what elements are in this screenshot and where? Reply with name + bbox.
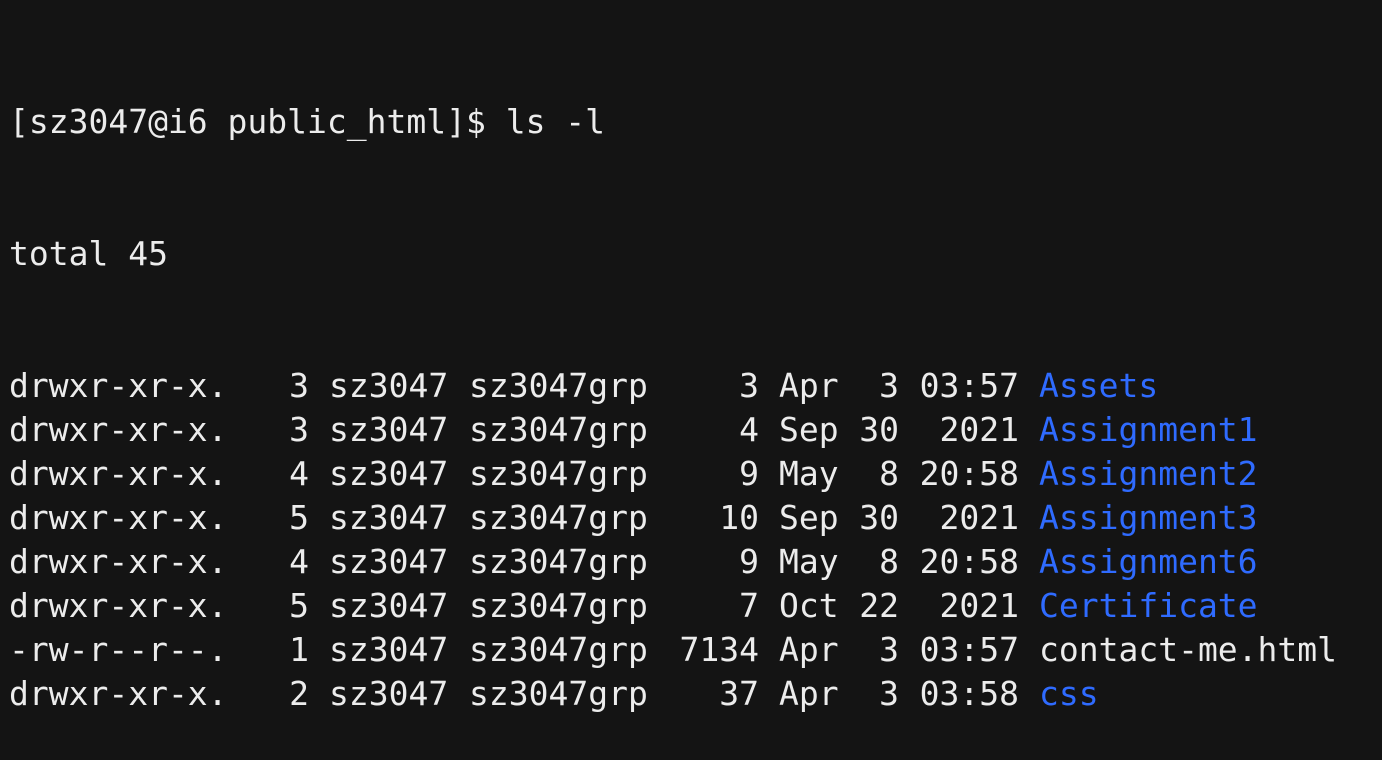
owner-cell: sz3047	[329, 674, 449, 713]
listing-row: drwxr-xr-x. 3 sz3047 sz3047grp 4 Sep 30 2021 Ass…	[9, 408, 1382, 452]
links-cell: 4	[289, 542, 309, 581]
owner-cell: sz3047	[329, 366, 449, 405]
time-cell: 2021	[939, 410, 1019, 449]
owner-cell: sz3047	[329, 586, 449, 625]
listing-row: drwxr-xr-x. 4 sz3047 sz3047grp 9 May 8 20:58 Ass…	[9, 540, 1382, 584]
file-listing: drwxr-xr-x. 3 sz3047 sz3047grp 3 Apr 3 03:57 Ass…	[9, 364, 1382, 716]
links-cell: 2	[289, 674, 309, 713]
perm-cell: drwxr-xr-x.	[9, 674, 228, 713]
links-cell: 3	[289, 366, 309, 405]
links-cell: 5	[289, 586, 309, 625]
links-cell: 3	[289, 410, 309, 449]
month-cell: Apr	[779, 674, 839, 713]
perm-cell: -rw-r--r--.	[9, 630, 228, 669]
perm-cell: drwxr-xr-x.	[9, 366, 228, 405]
day-cell: 8	[879, 454, 899, 493]
shell-prompt: [sz3047@i6 public_html]$	[9, 102, 506, 141]
listing-row: -rw-r--r--. 1 sz3047 sz3047grp 7134 Apr 3 03:57…	[9, 628, 1382, 672]
perm-cell: drwxr-xr-x.	[9, 542, 228, 581]
total-line: total 45	[9, 234, 168, 273]
listing-row: drwxr-xr-x. 5 sz3047 sz3047grp 10 Sep 30 2021 As…	[9, 496, 1382, 540]
group-cell: sz3047grp	[469, 630, 648, 669]
group-cell: sz3047grp	[469, 542, 648, 581]
listing-row: drwxr-xr-x. 5 sz3047 sz3047grp 7 Oct 22 2021 Cer…	[9, 584, 1382, 628]
month-cell: May	[779, 454, 839, 493]
listing-row: drwxr-xr-x. 3 sz3047 sz3047grp 3 Apr 3 03:57 Ass…	[9, 364, 1382, 408]
day-cell: 30	[859, 498, 899, 537]
month-cell: May	[779, 542, 839, 581]
size-cell: 7134	[679, 630, 759, 669]
time-cell: 03:57	[919, 630, 1019, 669]
directory-name: Assignment3	[1039, 498, 1258, 537]
owner-cell: sz3047	[329, 542, 449, 581]
directory-name: Assignment2	[1039, 454, 1258, 493]
size-cell: 9	[739, 542, 759, 581]
month-cell: Sep	[779, 498, 839, 537]
directory-name: css	[1039, 674, 1099, 713]
perm-cell: drwxr-xr-x.	[9, 410, 228, 449]
file-name: contact-me.html	[1039, 630, 1338, 669]
group-cell: sz3047grp	[469, 498, 648, 537]
group-cell: sz3047grp	[469, 674, 648, 713]
listing-row: drwxr-xr-x. 2 sz3047 sz3047grp 37 Apr 3 03:58 cs…	[9, 672, 1382, 716]
group-cell: sz3047grp	[469, 366, 648, 405]
directory-name: Assets	[1039, 366, 1159, 405]
directory-name: Assignment1	[1039, 410, 1258, 449]
month-cell: Apr	[779, 630, 839, 669]
day-cell: 3	[879, 366, 899, 405]
group-cell: sz3047grp	[469, 586, 648, 625]
directory-name: Assignment6	[1039, 542, 1258, 581]
day-cell: 8	[879, 542, 899, 581]
size-cell: 3	[739, 366, 759, 405]
owner-cell: sz3047	[329, 454, 449, 493]
day-cell: 3	[879, 674, 899, 713]
time-cell: 2021	[939, 498, 1019, 537]
time-cell: 20:58	[919, 542, 1019, 581]
day-cell: 30	[859, 410, 899, 449]
month-cell: Oct	[779, 586, 839, 625]
links-cell: 5	[289, 498, 309, 537]
links-cell: 4	[289, 454, 309, 493]
terminal-window[interactable]: [sz3047@i6 public_html]$ ls -l total 45 …	[0, 0, 1382, 713]
group-cell: sz3047grp	[469, 410, 648, 449]
directory-name: Certificate	[1039, 586, 1258, 625]
time-cell: 03:58	[919, 674, 1019, 713]
perm-cell: drwxr-xr-x.	[9, 586, 228, 625]
size-cell: 7	[739, 586, 759, 625]
day-cell: 3	[879, 630, 899, 669]
month-cell: Sep	[779, 410, 839, 449]
time-cell: 20:58	[919, 454, 1019, 493]
size-cell: 4	[739, 410, 759, 449]
perm-cell: drwxr-xr-x.	[9, 454, 228, 493]
owner-cell: sz3047	[329, 410, 449, 449]
time-cell: 03:57	[919, 366, 1019, 405]
size-cell: 9	[739, 454, 759, 493]
owner-cell: sz3047	[329, 630, 449, 669]
command-text: ls -l	[505, 102, 606, 141]
links-cell: 1	[289, 630, 309, 669]
owner-cell: sz3047	[329, 498, 449, 537]
listing-row: drwxr-xr-x. 4 sz3047 sz3047grp 9 May 8 20:58 Ass…	[9, 452, 1382, 496]
size-cell: 37	[719, 674, 759, 713]
day-cell: 22	[859, 586, 899, 625]
month-cell: Apr	[779, 366, 839, 405]
group-cell: sz3047grp	[469, 454, 648, 493]
command-line: [sz3047@i6 public_html]$ ls -l	[9, 100, 1382, 144]
perm-cell: drwxr-xr-x.	[9, 498, 228, 537]
time-cell: 2021	[939, 586, 1019, 625]
size-cell: 10	[719, 498, 759, 537]
